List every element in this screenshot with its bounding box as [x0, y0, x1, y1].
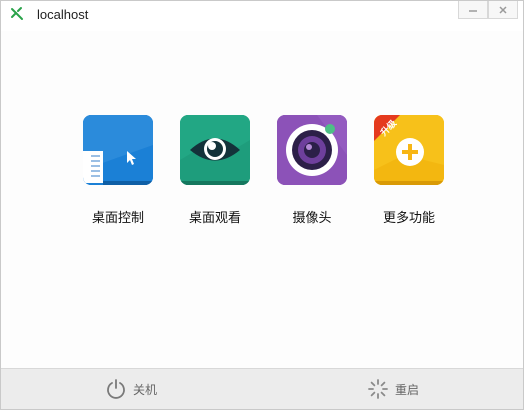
- close-icon: [499, 5, 507, 14]
- restart-button[interactable]: 重启: [367, 377, 419, 401]
- desktop-control-icon: [83, 115, 153, 185]
- app-grid: 桌面控制 桌面观看 摄像头 升级 更多功能: [1, 115, 523, 235]
- app-window: localhost 桌面控制 桌面观看 摄像头 升级 更多功能 关机 重启: [0, 0, 524, 410]
- label-desktop-control[interactable]: 桌面控制: [68, 207, 168, 226]
- shutdown-label: 关机: [133, 382, 158, 397]
- restart-label: 重启: [395, 382, 420, 397]
- window-title: localhost: [37, 7, 89, 22]
- label-desktop-view[interactable]: 桌面观看: [165, 207, 265, 226]
- minimize-icon: [469, 9, 477, 12]
- camera-lens-icon: [277, 115, 347, 185]
- power-icon: [107, 379, 125, 399]
- title-bar: localhost: [1, 1, 523, 31]
- close-button[interactable]: [488, 1, 518, 19]
- label-camera[interactable]: 摄像头: [262, 207, 362, 226]
- shutdown-button[interactable]: 关机: [105, 377, 157, 401]
- restart-spinner-icon: [368, 379, 388, 399]
- tile-camera[interactable]: [277, 115, 347, 185]
- eye-icon: [180, 115, 250, 185]
- app-logo-icon: [9, 6, 25, 22]
- footer-bar: 关机 重启: [1, 368, 523, 409]
- tile-desktop-control[interactable]: [83, 115, 153, 185]
- minimize-button[interactable]: [458, 1, 488, 19]
- label-more-features[interactable]: 更多功能: [359, 207, 459, 226]
- tile-desktop-view[interactable]: [180, 115, 250, 185]
